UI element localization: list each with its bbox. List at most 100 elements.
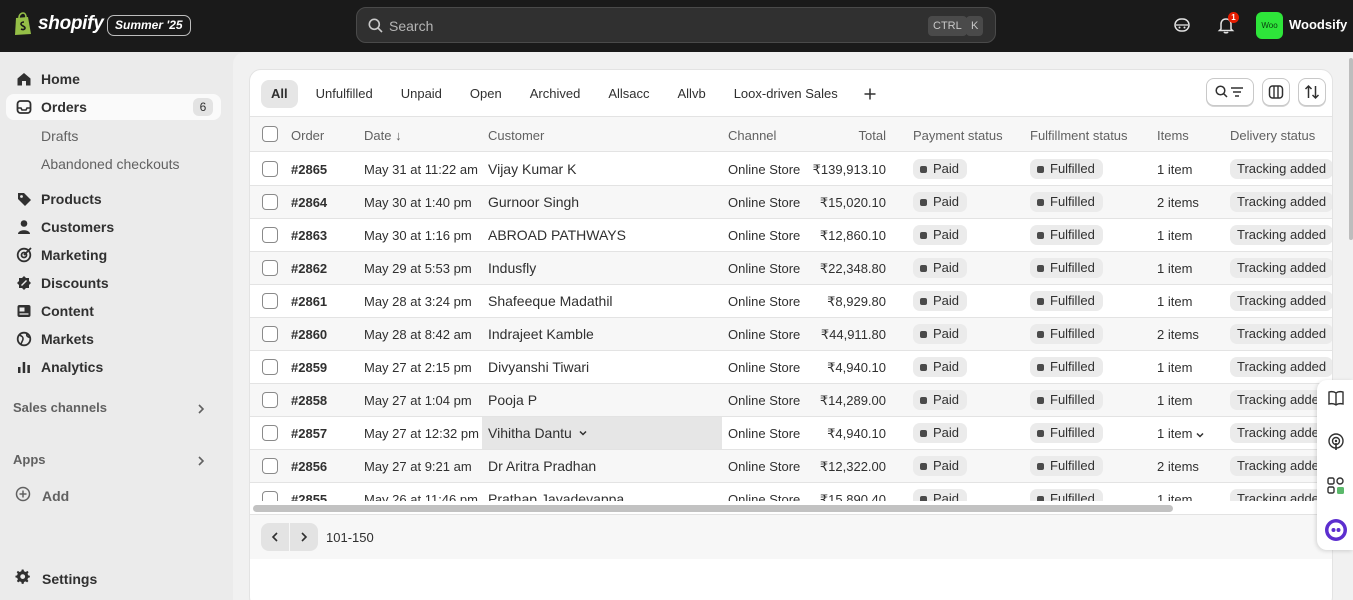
nav-products[interactable]: Products: [6, 186, 221, 212]
table-row[interactable]: #2860 May 28 at 8:42 am Indrajeet Kamble On…: [250, 318, 1332, 351]
edition-badge[interactable]: Summer '25: [107, 15, 191, 36]
tab-allvb[interactable]: Allvb: [668, 80, 716, 108]
row-checkbox[interactable]: [262, 392, 278, 408]
customer-name[interactable]: Vihitha Dantu: [488, 425, 588, 441]
order-number[interactable]: #2860: [291, 327, 327, 342]
customer-name[interactable]: Shafeeque Madathil: [488, 293, 613, 309]
item-count[interactable]: 1 item: [1157, 261, 1192, 276]
sidekick-icon[interactable]: [1171, 14, 1193, 36]
store-avatar[interactable]: Woo: [1256, 12, 1283, 39]
row-checkbox[interactable]: [262, 260, 278, 276]
select-all-checkbox[interactable]: [262, 126, 278, 142]
chevron-right-icon[interactable]: [195, 455, 207, 467]
sales-channels-heading[interactable]: Sales channels: [13, 400, 107, 415]
search-bar[interactable]: Search CTRL K: [356, 7, 996, 43]
add-view-button[interactable]: [856, 80, 884, 108]
nav-customers[interactable]: Customers: [6, 214, 221, 240]
item-count[interactable]: 1 item: [1157, 393, 1192, 408]
col-customer[interactable]: Customer: [488, 128, 544, 143]
row-checkbox[interactable]: [262, 194, 278, 210]
order-number[interactable]: #2862: [291, 261, 327, 276]
order-number[interactable]: #2865: [291, 162, 327, 177]
chat-bot-icon[interactable]: [1324, 518, 1348, 542]
customer-name[interactable]: ABROAD PATHWAYS: [488, 227, 626, 243]
item-count[interactable]: 1 item: [1157, 294, 1192, 309]
col-channel[interactable]: Channel: [728, 128, 776, 143]
col-order[interactable]: Order: [291, 128, 324, 143]
tab-archived[interactable]: Archived: [520, 80, 591, 108]
table-row[interactable]: #2862 May 29 at 5:53 pm Indusfly Online Sto…: [250, 252, 1332, 285]
nav-marketing[interactable]: Marketing: [6, 242, 221, 268]
tab-open[interactable]: Open: [460, 80, 512, 108]
col-date[interactable]: Date ↓: [364, 128, 402, 143]
row-checkbox[interactable]: [262, 293, 278, 309]
horizontal-scrollbar[interactable]: [253, 505, 1173, 512]
item-count[interactable]: 1 item: [1157, 426, 1192, 441]
add-app-button[interactable]: Add: [15, 486, 69, 505]
chevron-right-icon[interactable]: [195, 403, 207, 415]
item-count[interactable]: 2 items: [1157, 327, 1199, 342]
order-number[interactable]: #2859: [291, 360, 327, 375]
search-filter-button[interactable]: [1206, 78, 1254, 106]
order-number[interactable]: #2858: [291, 393, 327, 408]
vertical-scrollbar[interactable]: [1349, 58, 1353, 240]
order-number[interactable]: #2863: [291, 228, 327, 243]
table-row[interactable]: #2863 May 30 at 1:16 pm ABROAD PATHWAYS Onl…: [250, 219, 1332, 252]
nav-analytics[interactable]: Analytics: [6, 354, 221, 380]
nav-home[interactable]: Home: [6, 66, 221, 92]
table-row[interactable]: #2857 May 27 at 12:32 pm Vihitha Dantu Onl…: [250, 417, 1332, 450]
apps-grid-icon[interactable]: [1326, 476, 1346, 496]
nav-discounts[interactable]: Discounts: [6, 270, 221, 296]
customer-name[interactable]: Gurnoor Singh: [488, 194, 579, 210]
table-row[interactable]: #2864 May 30 at 1:40 pm Gurnoor Singh Onlin…: [250, 186, 1332, 219]
tab-unpaid[interactable]: Unpaid: [391, 80, 452, 108]
item-count[interactable]: 2 items: [1157, 459, 1199, 474]
col-items[interactable]: Items: [1157, 128, 1189, 143]
nav-markets[interactable]: Markets: [6, 326, 221, 352]
item-count[interactable]: 2 items: [1157, 195, 1199, 210]
nav-drafts[interactable]: Drafts: [41, 128, 78, 144]
order-number[interactable]: #2857: [291, 426, 327, 441]
previous-page-button[interactable]: [261, 523, 289, 551]
customer-name[interactable]: Vijay Kumar K: [488, 161, 576, 177]
shopify-logo[interactable]: shopify: [13, 12, 104, 36]
book-icon[interactable]: [1326, 388, 1346, 408]
item-count[interactable]: 1 item: [1157, 228, 1192, 243]
col-delivery-status[interactable]: Delivery status: [1230, 128, 1315, 143]
tab-all[interactable]: All: [261, 80, 298, 108]
customer-name[interactable]: Indusfly: [488, 260, 536, 276]
row-checkbox[interactable]: [262, 458, 278, 474]
order-number[interactable]: #2856: [291, 459, 327, 474]
podcast-icon[interactable]: [1326, 432, 1346, 452]
customer-name[interactable]: Dr Aritra Pradhan: [488, 458, 596, 474]
table-row[interactable]: #2859 May 27 at 2:15 pm Divyanshi Tiwari On…: [250, 351, 1332, 384]
sort-button[interactable]: [1298, 78, 1326, 106]
customer-name[interactable]: Divyanshi Tiwari: [488, 359, 589, 375]
nav-orders[interactable]: Orders 6: [6, 94, 221, 120]
table-row[interactable]: #2858 May 27 at 1:04 pm Pooja P Online Stor…: [250, 384, 1332, 417]
row-checkbox[interactable]: [262, 161, 278, 177]
item-count[interactable]: 1 item: [1157, 360, 1192, 375]
tab-loox-driven-sales[interactable]: Loox-driven Sales: [724, 80, 848, 108]
chevron-down-icon[interactable]: [1195, 428, 1205, 443]
apps-heading[interactable]: Apps: [13, 452, 46, 467]
store-name[interactable]: Woodsify: [1289, 17, 1347, 32]
row-checkbox[interactable]: [262, 227, 278, 243]
table-row[interactable]: #2865 May 31 at 11:22 am Vijay Kumar K Onli…: [250, 153, 1332, 186]
row-checkbox[interactable]: [262, 425, 278, 441]
col-total[interactable]: Total: [859, 128, 886, 143]
row-checkbox[interactable]: [262, 326, 278, 342]
next-page-button[interactable]: [290, 523, 318, 551]
nav-settings[interactable]: Settings: [15, 569, 97, 588]
col-fulfillment-status[interactable]: Fulfillment status: [1030, 128, 1128, 143]
nav-content[interactable]: Content: [6, 298, 221, 324]
table-row[interactable]: #2861 May 28 at 3:24 pm Shafeeque Madathil…: [250, 285, 1332, 318]
table-row[interactable]: #2856 May 27 at 9:21 am Dr Aritra Pradhan O…: [250, 450, 1332, 483]
item-count[interactable]: 1 item: [1157, 162, 1192, 177]
tab-allsacc[interactable]: Allsacc: [598, 80, 659, 108]
col-payment-status[interactable]: Payment status: [913, 128, 1003, 143]
tab-unfulfilled[interactable]: Unfulfilled: [306, 80, 383, 108]
order-number[interactable]: #2861: [291, 294, 327, 309]
row-checkbox[interactable]: [262, 359, 278, 375]
customer-name[interactable]: Pooja P: [488, 392, 537, 408]
